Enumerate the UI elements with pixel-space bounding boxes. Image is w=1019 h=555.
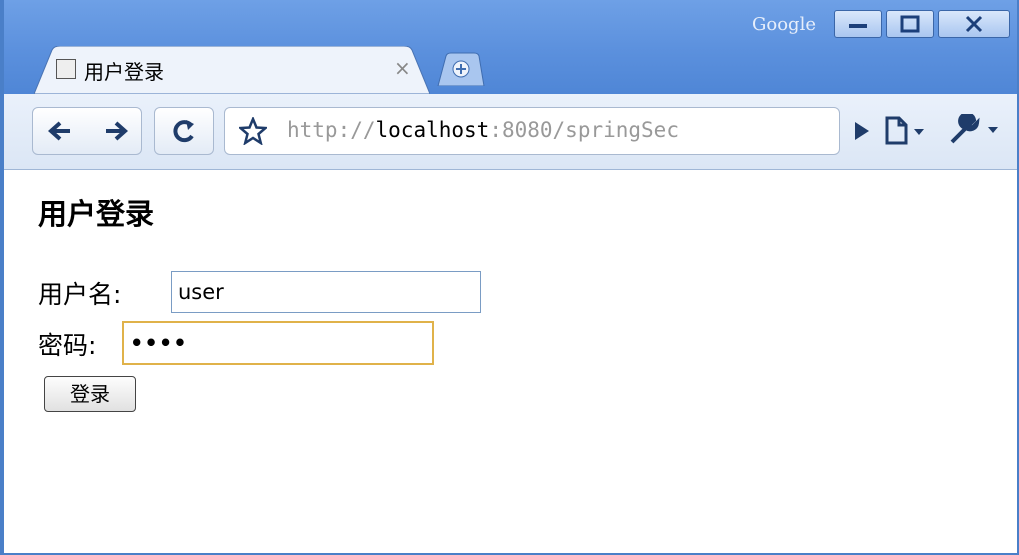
url-host: localhost [375,118,490,142]
window-controls [834,10,1010,40]
page-content: 用户登录 用户名: user 密码: •••• 登录 [4,171,1017,553]
tab-close-icon[interactable]: × [394,56,411,80]
password-field[interactable]: •••• [122,321,434,365]
browser-toolbar: http://localhost:8080/springSec [4,94,1017,170]
reload-icon [173,120,194,143]
login-button[interactable]: 登录 [44,376,136,412]
username-field[interactable]: user [171,271,481,313]
back-button[interactable] [33,108,87,154]
url-path: :8080/springSec [489,118,679,142]
wrench-menu-icon[interactable] [948,114,1008,146]
tab-active[interactable]: 用户登录 × [34,46,430,94]
browser-window: Google 用户登录 × http://localhost:8080/spri… [0,0,1019,555]
forward-button[interactable] [89,108,143,154]
go-play-icon[interactable] [852,120,872,142]
page-favicon-icon [56,59,76,79]
reload-button[interactable] [154,107,214,155]
title-bar: Google 用户登录 × [4,0,1017,94]
back-arrow-icon [48,121,70,141]
back-forward-group [32,107,142,155]
password-label: 密码: [38,331,97,360]
maximize-button[interactable] [886,10,934,38]
url-scheme: http:// [287,118,376,142]
google-label: Google [752,14,816,35]
close-window-button[interactable] [938,10,1010,38]
address-bar[interactable]: http://localhost:8080/springSec [224,107,840,155]
star-bookmark-icon[interactable] [239,117,267,145]
page-menu-icon[interactable] [884,116,928,146]
username-label: 用户名: [38,280,122,309]
new-tab-button[interactable] [436,52,486,86]
url-text[interactable]: http://localhost:8080/springSec [287,118,679,142]
reload-icon-wrap [155,108,213,154]
maximize-icon [900,15,920,33]
forward-arrow-icon [106,121,128,141]
minimize-button[interactable] [834,10,882,38]
close-icon [965,15,983,33]
tab-title: 用户登录 [84,60,164,84]
page-heading: 用户登录 [38,197,155,231]
minimize-icon [849,24,867,28]
